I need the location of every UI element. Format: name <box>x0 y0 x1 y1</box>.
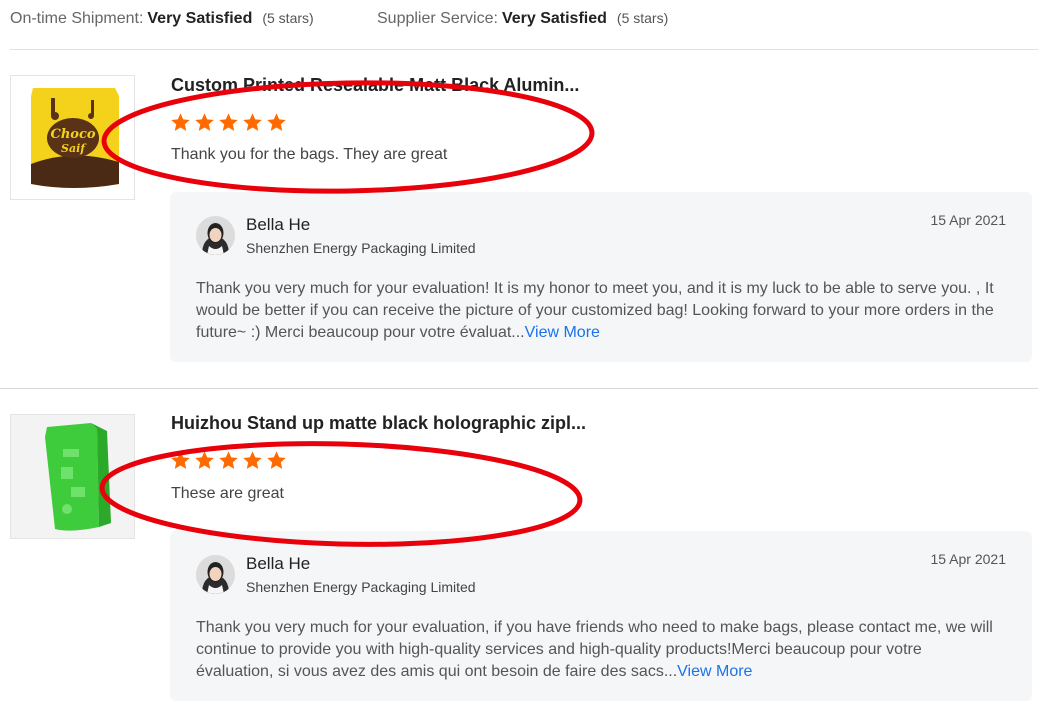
star-icon <box>243 451 262 469</box>
summary-value: Very Satisfied <box>147 10 253 27</box>
review-comment: These are great <box>171 485 284 502</box>
review-comment: Thank you for the bags. They are great <box>171 146 448 163</box>
view-more-link[interactable]: View More <box>677 663 752 680</box>
rating-summary-bar: On-time Shipment: Very Satisfied (5 stars)… <box>10 0 1038 50</box>
person-avatar-icon <box>196 555 235 594</box>
star-icon <box>195 113 214 131</box>
product-thumbnail[interactable] <box>10 414 135 539</box>
summary-value: Very Satisfied <box>501 10 607 27</box>
avatar <box>196 555 235 594</box>
svg-text:Saif: Saif <box>61 142 87 155</box>
yellow-choco-pouch-image: Choco Saif <box>11 76 134 199</box>
view-more-link[interactable]: View More <box>525 324 600 341</box>
star-icon <box>195 451 214 469</box>
star-icon <box>219 451 238 469</box>
summary-label: Supplier Service: <box>377 10 498 27</box>
supplier-service-rating: Supplier Service: Very Satisfied (5 stars) <box>377 10 668 28</box>
reply-company-name: Shenzhen Energy Packaging Limited <box>246 240 476 256</box>
reply-text-block: Thank you very much for your evaluation,… <box>196 617 996 683</box>
star-icon <box>243 113 262 131</box>
star-rating <box>170 450 287 471</box>
svg-text:Choco: Choco <box>50 127 95 142</box>
star-icon <box>171 113 190 131</box>
star-icon <box>171 451 190 469</box>
product-title-link[interactable]: Custom Printed Resealable Matt Black Alu… <box>171 75 579 96</box>
avatar <box>196 216 235 255</box>
review-item: Huizhou Stand up matte black holographic… <box>0 389 1038 705</box>
review-item: Choco Saif Custom Printed Resealable Mat… <box>0 50 1038 389</box>
supplier-reply: Bella He Shenzhen Energy Packaging Limit… <box>170 531 1032 701</box>
reply-company-name: Shenzhen Energy Packaging Limited <box>246 579 476 595</box>
summary-stars-text: (5 stars) <box>616 10 669 26</box>
reply-text-block: Thank you very much for your evaluation!… <box>196 278 996 344</box>
star-icon <box>219 113 238 131</box>
reply-author-name: Bella He <box>246 554 311 573</box>
reply-text: Thank you very much for your evaluation,… <box>196 619 993 680</box>
green-stand-up-pouch-image <box>11 415 134 538</box>
summary-label: On-time Shipment: <box>10 10 144 27</box>
summary-stars-text: (5 stars) <box>262 10 314 26</box>
person-avatar-icon <box>196 216 235 255</box>
supplier-reviews-page: On-time Shipment: Very Satisfied (5 stars)… <box>0 0 1038 705</box>
on-time-shipment-rating: On-time Shipment: Very Satisfied (5 stars) <box>10 10 314 28</box>
product-title-link[interactable]: Huizhou Stand up matte black holographic… <box>171 413 586 434</box>
star-icon <box>267 451 286 469</box>
product-thumbnail[interactable]: Choco Saif <box>10 75 135 200</box>
supplier-reply: Bella He Shenzhen Energy Packaging Limit… <box>170 192 1032 362</box>
star-rating <box>170 112 287 133</box>
reply-date: 15 Apr 2021 <box>930 212 1006 228</box>
reply-date: 15 Apr 2021 <box>930 551 1006 567</box>
reply-author-name: Bella He <box>246 215 311 234</box>
star-icon <box>267 113 286 131</box>
